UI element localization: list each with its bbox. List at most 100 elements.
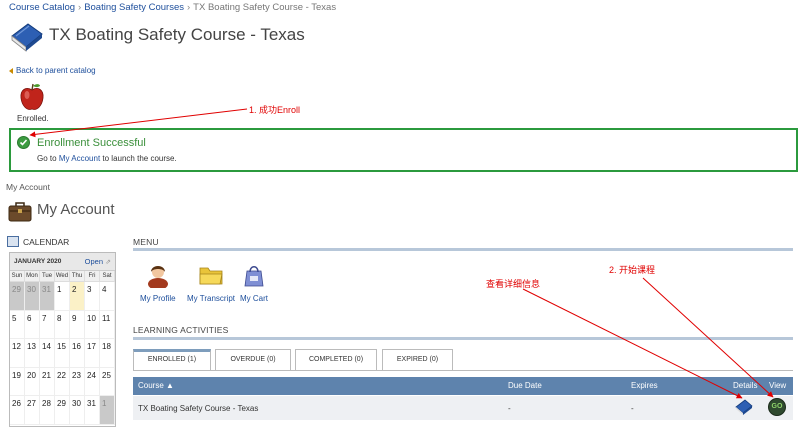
tab-overdue[interactable]: OVERDUE (0): [215, 349, 291, 371]
back-arrow-icon: [9, 67, 13, 74]
breadcrumb-boating-safety[interactable]: Boating Safety Courses: [84, 2, 184, 13]
calendar-icon: [7, 236, 19, 247]
calendar-day[interactable]: 25: [100, 367, 115, 397]
row-course-name: TX Boating Safety Course - Texas: [138, 404, 259, 413]
calendar-open-link[interactable]: Open ⇗: [85, 257, 111, 266]
details-book-icon[interactable]: [735, 399, 753, 415]
calendar-day[interactable]: 1: [55, 282, 70, 311]
calendar-day[interactable]: 18: [100, 339, 115, 368]
apple-icon: [20, 83, 44, 110]
calendar-day[interactable]: 27: [25, 396, 40, 425]
enrolled-status: Enrolled.: [17, 114, 49, 123]
column-expires[interactable]: Expires: [631, 381, 658, 390]
check-icon: [17, 136, 30, 149]
calendar-day[interactable]: 29: [55, 396, 70, 425]
profile-icon: [147, 266, 168, 290]
calendar-day[interactable]: 23: [70, 367, 85, 397]
calendar-weekday: Tue: [40, 271, 55, 282]
tabs-baseline: [133, 370, 793, 371]
calendar-day[interactable]: 11: [100, 310, 115, 340]
page-title: TX Boating Safety Course - Texas: [49, 25, 305, 44]
calendar-open-label[interactable]: Open: [85, 257, 103, 266]
column-due-date[interactable]: Due Date: [508, 381, 542, 390]
calendar-day[interactable]: 17: [85, 339, 100, 368]
calendar-day[interactable]: 15: [55, 339, 70, 368]
calendar-day[interactable]: 30: [25, 282, 40, 311]
menu-my-transcript[interactable]: My Transcript: [187, 262, 235, 303]
column-details: Details: [733, 381, 758, 390]
row-expires: -: [631, 404, 634, 413]
breadcrumb-separator: ›: [78, 2, 82, 13]
calendar-day[interactable]: 20: [25, 367, 40, 397]
calendar-weekday: Sun: [10, 271, 25, 282]
row-due-date: -: [508, 404, 511, 413]
column-view: View: [769, 381, 787, 390]
calendar-grid: Sun Mon Tue Wed Thu Fri Sat 29 30 31 1 2 3 4 5 6 7 8 9 10 11…: [10, 271, 115, 425]
calendar-day[interactable]: 31: [40, 282, 55, 311]
calendar-day[interactable]: 4: [100, 282, 115, 311]
menu-my-profile-label[interactable]: My Profile: [140, 294, 176, 303]
my-account-breadcrumb: My Account: [6, 182, 50, 192]
calendar-day[interactable]: 10: [85, 310, 100, 340]
calendar-day[interactable]: 14: [40, 339, 55, 368]
breadcrumb-separator: ›: [187, 2, 191, 13]
calendar-day[interactable]: 3: [85, 282, 100, 311]
calendar-weekday: Wed: [55, 271, 70, 282]
calendar-day[interactable]: 12: [10, 339, 25, 368]
menu-my-transcript-label[interactable]: My Transcript: [187, 294, 235, 303]
checkmark-glyph: [19, 139, 28, 146]
success-message: Go to My Account to launch the course.: [37, 154, 177, 163]
calendar-weekday: Thu: [70, 271, 85, 282]
calendar-day[interactable]: 16: [70, 339, 85, 368]
calendar-day[interactable]: 8: [55, 310, 70, 340]
calendar-day[interactable]: 31: [85, 396, 100, 425]
briefcase-icon: [8, 202, 32, 222]
annotation-enroll: 1. 成功Enroll: [249, 105, 301, 115]
calendar-day[interactable]: 21: [40, 367, 55, 397]
menu-my-profile[interactable]: My Profile: [140, 262, 176, 303]
my-account-title: My Account: [37, 201, 115, 218]
success-text-after: to launch the course.: [102, 154, 177, 163]
breadcrumb-current: TX Boating Safety Course - Texas: [193, 2, 337, 13]
tab-enrolled[interactable]: ENROLLED (1): [133, 349, 211, 371]
calendar-day[interactable]: 2: [70, 282, 85, 311]
calendar-day[interactable]: 29: [10, 282, 25, 311]
column-course[interactable]: Course ▲: [138, 381, 174, 390]
calendar-day[interactable]: 19: [10, 367, 25, 397]
calendar-day[interactable]: 22: [55, 367, 70, 397]
calendar-title: CALENDAR: [23, 237, 70, 247]
learning-activities-divider: [133, 337, 793, 340]
calendar-day[interactable]: 9: [70, 310, 85, 340]
calendar-day[interactable]: 5: [10, 310, 25, 340]
breadcrumb: Course Catalog › Boating Safety Courses › TX…: [9, 2, 336, 13]
calendar-widget: JANUARY 2020 Open ⇗ Sun Mon Tue Wed Thu Fri Sa…: [9, 252, 116, 427]
tab-completed[interactable]: COMPLETED (0): [295, 349, 377, 371]
external-link-icon: ⇗: [105, 259, 111, 266]
menu-my-cart[interactable]: My Cart: [240, 262, 268, 303]
calendar-weekday: Mon: [25, 271, 40, 282]
calendar-month: JANUARY 2020: [14, 258, 62, 265]
calendar-day[interactable]: 26: [10, 396, 25, 425]
calendar-weekday: Fri: [85, 271, 100, 282]
table-row: TX Boating Safety Course - Texas - - GO: [133, 396, 793, 420]
calendar-day[interactable]: 30: [70, 396, 85, 425]
cart-icon: [244, 266, 264, 287]
breadcrumb-course-catalog[interactable]: Course Catalog: [9, 2, 75, 13]
enrollment-success-box: [9, 128, 798, 172]
book-icon: [11, 23, 43, 52]
calendar-day[interactable]: 7: [40, 310, 55, 340]
activities-table-header: Course ▲ Due Date Expires Details View: [133, 377, 793, 395]
back-to-parent-link[interactable]: Back to parent catalog: [9, 66, 96, 75]
learning-activities-label: LEARNING ACTIVITIES: [133, 325, 229, 335]
calendar-day[interactable]: 28: [40, 396, 55, 425]
my-account-link[interactable]: My Account: [59, 154, 100, 163]
menu-my-cart-label[interactable]: My Cart: [240, 294, 268, 303]
calendar-day[interactable]: 6: [25, 310, 40, 340]
go-button[interactable]: GO: [768, 398, 786, 416]
calendar-day[interactable]: 1: [100, 396, 115, 425]
folder-icon: [199, 267, 223, 285]
tab-expired[interactable]: EXPIRED (0): [382, 349, 453, 371]
calendar-day[interactable]: 24: [85, 367, 100, 397]
calendar-day[interactable]: 13: [25, 339, 40, 368]
back-link-label[interactable]: Back to parent catalog: [16, 66, 96, 75]
